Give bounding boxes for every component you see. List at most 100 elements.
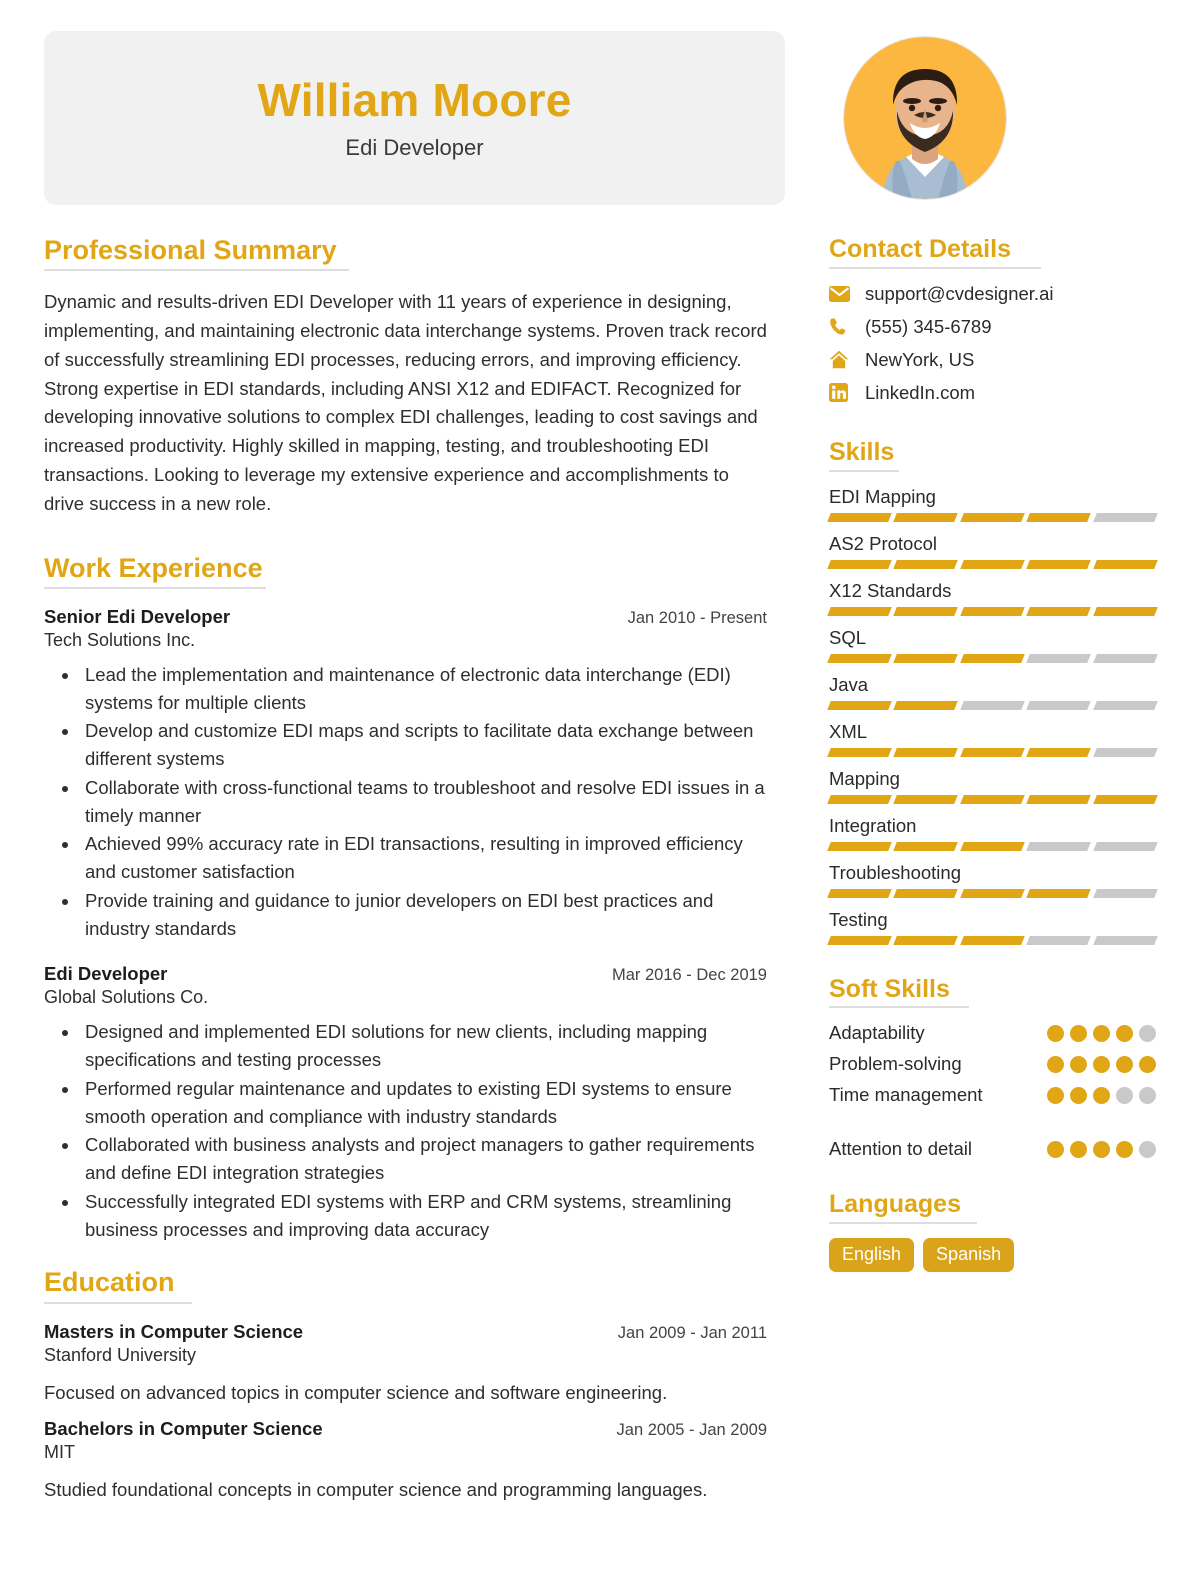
skill-level-segment (827, 794, 893, 804)
job-bullet: Performed regular maintenance and update… (80, 1075, 767, 1131)
section-title: Education (44, 1267, 175, 1298)
skill-level-segment (1026, 512, 1092, 522)
soft-skills-list: Adaptability Problem-solving Time manageme… (829, 1022, 1156, 1160)
section-title: Skills (829, 437, 895, 466)
skill-level-segment (893, 606, 959, 616)
job-bullet-list: Lead the implementation and maintenance … (44, 661, 767, 943)
education-school: Stanford University (44, 1344, 197, 1365)
contact-value: LinkedIn.com (865, 381, 976, 403)
skill-row: Integration (827, 815, 1158, 851)
rating-dot (1093, 1024, 1110, 1042)
job-bullet: Successfully integrated EDI systems with… (80, 1188, 767, 1244)
skill-level-segment (1026, 794, 1092, 804)
skill-row: Mapping (827, 767, 1158, 804)
contact-value: (555) 345-6789 (865, 315, 992, 337)
section-title: Languages (829, 1190, 961, 1219)
soft-skill-row: Attention to detail (829, 1138, 1156, 1160)
skill-level-segment (1026, 747, 1092, 757)
skill-row: X12 Standards (827, 580, 1158, 616)
work-entry-header: Senior Edi Developer Jan 2010 - Present (44, 606, 767, 628)
phone-icon (829, 317, 856, 336)
skill-level-segment (1092, 512, 1158, 522)
skill-row: EDI Mapping (827, 486, 1158, 522)
page-title: William Moore (257, 74, 572, 127)
contact-row[interactable]: NewYork, US (829, 349, 1156, 371)
skill-level-bar (827, 888, 1158, 898)
education-degree: Masters in Computer Science (44, 1320, 304, 1342)
skill-level-segment (1092, 841, 1158, 851)
section-title: Soft Skills (829, 974, 950, 1003)
contact-value: NewYork, US (865, 348, 975, 370)
rating-dot (1047, 1055, 1064, 1073)
language-tag[interactable]: English (829, 1238, 915, 1272)
soft-skill-name: Adaptability (829, 1022, 925, 1044)
contact-details-list: support@cvdesigner.ai (555) 345-6789 NewYo… (829, 283, 1156, 404)
rating-dot (1116, 1140, 1133, 1158)
section-rule (44, 269, 349, 272)
skill-level-segment (893, 747, 959, 757)
skill-level-segment (1026, 559, 1092, 569)
skill-row: Troubleshooting (827, 861, 1158, 898)
job-bullet-list: Designed and implemented EDI solutions f… (44, 1018, 767, 1243)
rating-dot (1116, 1086, 1133, 1104)
section-soft-skills-header: Soft Skills (829, 975, 1156, 1009)
home-icon (829, 350, 856, 369)
skill-name: Troubleshooting (829, 861, 961, 883)
soft-skill-name: Time management (829, 1084, 983, 1106)
skill-level-segment (827, 888, 893, 898)
skill-level-bar (827, 794, 1158, 804)
resume-page: William Moore Edi Developer Professional… (0, 0, 1200, 1584)
rating-dot (1093, 1086, 1110, 1104)
soft-skill-row: Problem-solving (829, 1053, 1156, 1075)
skill-level-segment (1026, 935, 1092, 945)
skill-level-bar (827, 841, 1158, 851)
skill-level-segment (893, 512, 959, 522)
contact-row[interactable]: support@cvdesigner.ai (829, 283, 1156, 305)
section-contact-header: Contact Details (829, 235, 1156, 269)
skill-row: AS2 Protocol (827, 533, 1158, 569)
contact-row[interactable]: LinkedIn.com (829, 382, 1156, 404)
skill-level-segment (827, 935, 893, 945)
skill-level-segment (1092, 653, 1158, 663)
skill-level-segment (893, 935, 959, 945)
skill-level-segment (959, 512, 1026, 522)
section-rule (829, 266, 1041, 269)
soft-skill-rating-dots (1047, 1024, 1156, 1042)
rating-dot (1116, 1055, 1133, 1073)
work-entry-header: Edi Developer Mar 2016 - Dec 2019 (44, 963, 767, 985)
rating-dot (1139, 1024, 1156, 1042)
work-experience-list: Senior Edi Developer Jan 2010 - Present Te… (44, 606, 767, 1244)
job-company: Tech Solutions Inc. (44, 629, 196, 650)
skill-level-segment (827, 700, 893, 710)
rating-dot (1139, 1055, 1156, 1073)
skill-level-segment (959, 700, 1026, 710)
rating-dot (1070, 1086, 1087, 1104)
section-rule (44, 1301, 192, 1304)
job-title: Senior Edi Developer (44, 605, 231, 627)
job-bullet: Designed and implemented EDI solutions f… (80, 1018, 767, 1074)
skill-row: XML (827, 721, 1158, 757)
section-rule (829, 1222, 977, 1224)
rating-dot (1116, 1024, 1133, 1042)
skill-level-segment (959, 747, 1026, 757)
skill-row: Java (827, 674, 1158, 710)
skill-level-segment (827, 512, 893, 522)
contact-row[interactable]: (555) 345-6789 (829, 316, 1156, 338)
section-title: Contact Details (829, 235, 1011, 263)
education-entry-header: Masters in Computer Science Jan 2009 - Ja… (44, 1321, 767, 1343)
language-tag[interactable]: Spanish (923, 1238, 1015, 1272)
rating-dot (1070, 1024, 1087, 1042)
name-card: William Moore Edi Developer (44, 31, 785, 205)
skill-level-segment (1026, 700, 1092, 710)
linkedin-icon (829, 383, 856, 403)
job-dates: Mar 2016 - Dec 2019 (611, 966, 767, 985)
skill-level-bar (827, 700, 1158, 710)
contact-value: support@cvdesigner.ai (865, 282, 1054, 304)
section-rule (829, 469, 899, 472)
skill-name: Testing (829, 908, 888, 930)
skill-level-segment (827, 747, 893, 757)
skill-level-segment (1092, 700, 1158, 710)
skill-name: Mapping (829, 767, 900, 789)
rating-dot (1093, 1055, 1110, 1073)
rating-dot (1070, 1140, 1087, 1158)
